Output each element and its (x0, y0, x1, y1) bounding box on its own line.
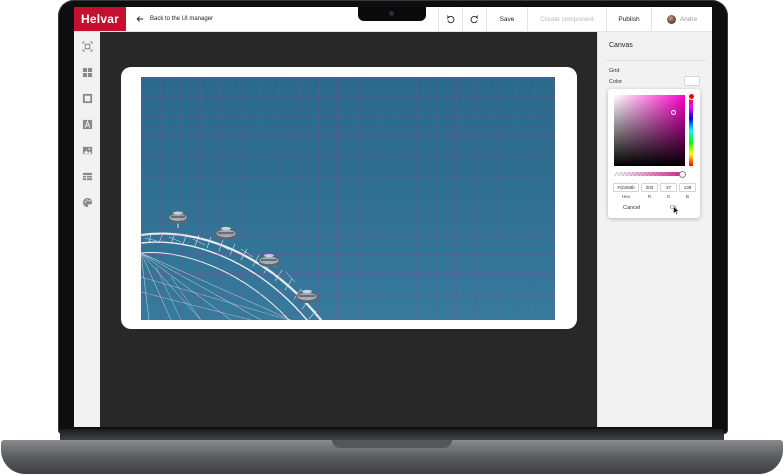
table-tool-button[interactable] (81, 170, 93, 182)
redo-button[interactable] (462, 7, 486, 31)
text-a-icon (82, 119, 92, 129)
alpha-slider-fill (614, 172, 683, 176)
screen: Helvar Back to the UI manager Save Creat… (74, 7, 712, 427)
shape-tool-button[interactable] (81, 92, 93, 104)
red-label: R (647, 194, 652, 199)
save-button[interactable]: Save (486, 7, 527, 31)
left-toolbar (74, 32, 101, 427)
properties-panel: Canvas Grid Color #cb258b Hex 203 R 37 G… (597, 32, 712, 427)
palette-icon (82, 197, 92, 207)
undo-button[interactable] (438, 7, 462, 31)
image-tool-button[interactable] (81, 144, 93, 156)
cancel-button[interactable]: Cancel (623, 205, 640, 211)
palette-tool-button[interactable] (81, 196, 93, 208)
color-picker-popover: #cb258b Hex 203 R 37 G 139 B Cancel Ok (608, 89, 700, 218)
hue-slider[interactable] (688, 93, 695, 166)
redo-icon (470, 14, 479, 23)
tablet-frame (121, 67, 577, 329)
arrow-left-icon (136, 16, 144, 22)
alpha-slider-thumb[interactable] (679, 171, 686, 178)
color-values-row: #cb258b Hex 203 R 37 G 139 B (613, 183, 696, 199)
undo-icon (446, 14, 455, 23)
crosshair-select-icon (81, 40, 93, 52)
laptop-indent (332, 440, 452, 448)
design-canvas[interactable] (100, 32, 597, 427)
camera-notch (358, 7, 426, 21)
saturation-value-area[interactable] (614, 95, 685, 166)
saturation-value-cursor[interactable] (671, 110, 676, 115)
canvas-grid-overlay (141, 77, 555, 320)
avatar (666, 14, 676, 24)
panel-title: Canvas (609, 42, 633, 49)
user-name: Andre (679, 15, 698, 23)
back-link-label: Back to the UI manager (150, 16, 214, 22)
red-input[interactable]: 203 (641, 183, 658, 192)
green-label: G (666, 194, 671, 199)
select-tool-button[interactable] (81, 40, 93, 52)
table-icon (82, 172, 92, 180)
create-component-button[interactable]: Create component (527, 7, 606, 31)
text-tool-button[interactable] (81, 118, 93, 130)
hex-label: Hex (621, 194, 630, 199)
panel-divider (606, 60, 706, 61)
hue-slider-thumb[interactable] (688, 93, 695, 100)
color-label: Color (609, 79, 623, 85)
camera-icon (389, 11, 394, 16)
blue-label: B (685, 194, 689, 199)
publish-button[interactable]: Publish (606, 7, 651, 31)
blue-input[interactable]: 139 (679, 183, 696, 192)
layout-tool-button[interactable] (81, 66, 93, 78)
alpha-slider[interactable] (614, 171, 686, 178)
user-menu[interactable]: Andre (651, 7, 712, 31)
green-input[interactable]: 37 (660, 183, 677, 192)
square-shape-icon (82, 93, 92, 103)
ferris-wheel-image[interactable] (141, 77, 555, 320)
helvar-logo: Helvar (74, 7, 126, 31)
hex-input[interactable]: #cb258b (613, 183, 639, 192)
mouse-cursor-icon (673, 206, 680, 215)
layout-grid-icon (82, 67, 92, 77)
color-swatch-button[interactable] (684, 76, 700, 86)
grid-label: Grid (609, 68, 620, 74)
back-to-ui-manager-link[interactable]: Back to the UI manager (136, 15, 213, 23)
image-icon (82, 146, 92, 154)
